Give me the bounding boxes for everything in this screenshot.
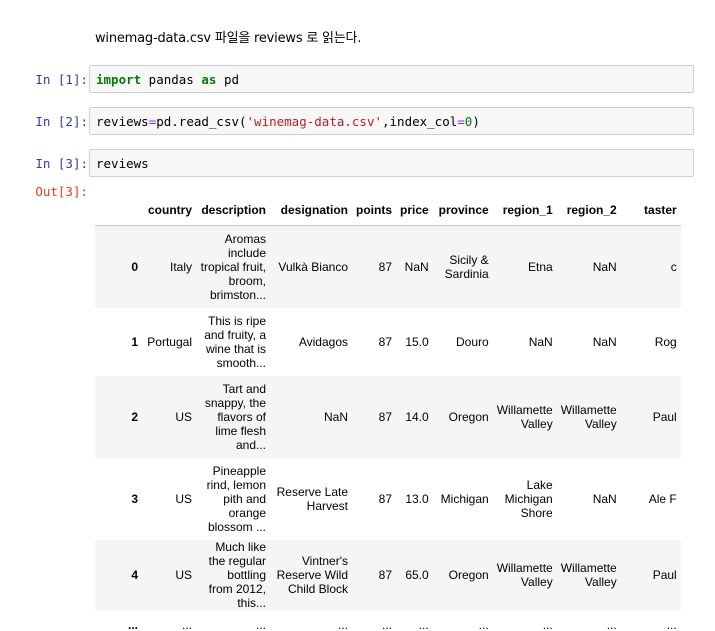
table-cell: 87 — [378, 260, 392, 274]
table-cell: Willamette Valley — [496, 403, 553, 431]
table-cell: Vintner's Reserve Wild Child Block — [276, 554, 348, 596]
code-token: pandas — [141, 72, 202, 87]
table-cell: Willamette Valley — [560, 561, 617, 589]
out-3-prompt: Out[3]: — [35, 184, 88, 199]
code-token: reviews — [96, 114, 149, 129]
table-cell: Avidagos — [298, 335, 348, 349]
code-token: pd — [216, 72, 240, 87]
column-header: description — [201, 203, 266, 217]
table-row: 1 Portugal This is ripe and fruity, a wine… — [95, 308, 681, 376]
column-header: designation — [280, 203, 348, 217]
cell-3-input[interactable]: reviews — [89, 149, 694, 177]
table-cell: Lake Michigan Shore — [504, 478, 553, 520]
column-header: province — [438, 203, 489, 217]
table-row: .............................. — [95, 610, 681, 631]
table-cell: Portugal — [147, 335, 192, 349]
column-header: points — [356, 203, 392, 217]
table-cell: Michigan — [440, 492, 489, 506]
code-token: pd.read_csv( — [156, 114, 247, 129]
code-token: import — [96, 72, 142, 87]
table-row: 4 US Much like the regular bottling from 2… — [95, 540, 681, 610]
table-cell: 14.0 — [405, 410, 429, 424]
column-header: country — [147, 203, 192, 217]
table-cell: Paul — [652, 568, 677, 582]
code-token: as — [201, 72, 217, 87]
cell-1-prompt: In [1]: — [35, 72, 88, 87]
table-cell: Italy — [169, 260, 192, 274]
table-cell: Etna — [528, 260, 553, 274]
table-cell: Reserve Late Harvest — [276, 485, 348, 513]
table-cell: NaN — [323, 410, 348, 424]
table-cell: Oregon — [448, 410, 489, 424]
table-cell: 13.0 — [405, 492, 429, 506]
code-token: ) — [472, 114, 480, 129]
row-index: ... — [127, 618, 138, 631]
table-cell: NaN — [528, 335, 553, 349]
table-cell: Aromas include tropical fruit, broom, br… — [200, 232, 266, 302]
row-index: 1 — [131, 335, 138, 349]
table-cell: Paul — [652, 410, 677, 424]
table-cell: ... — [418, 618, 429, 631]
output-area: country description designation points price… — [95, 195, 695, 631]
column-header: price — [400, 203, 429, 217]
table-cell: Sicily & Sardinia — [444, 253, 489, 281]
table-cell: NaN — [404, 260, 429, 274]
table-cell: Vulkà Bianco — [278, 260, 348, 274]
table-cell: Pineapple rind, lemon pith and orange bl… — [206, 464, 266, 534]
table-row: 3 US Pineapple rind, lemon pith and orange… — [95, 458, 681, 540]
cell-2-prompt: In [2]: — [35, 114, 88, 129]
row-index: 4 — [131, 568, 138, 582]
code-token: = — [457, 114, 465, 129]
table-cell: 87 — [378, 410, 392, 424]
table-cell: Rog — [654, 335, 677, 349]
row-index: 0 — [131, 260, 138, 274]
table-cell: ... — [606, 618, 617, 631]
table-cell: ... — [542, 618, 553, 631]
column-header: region_1 — [502, 203, 553, 217]
table-cell: NaN — [592, 492, 617, 506]
code-token: ,index_col — [382, 114, 458, 129]
table-cell: Much like the regular bottling from 2012… — [208, 540, 266, 610]
code-token: reviews — [96, 156, 149, 171]
column-header: taster — [644, 203, 677, 217]
table-cell: Douro — [456, 335, 489, 349]
table-cell: This is ripe and fruity, a wine that is … — [204, 314, 266, 370]
table-cell: Oregon — [448, 568, 489, 582]
row-index: 2 — [131, 410, 138, 424]
table-cell: ... — [478, 618, 489, 631]
table-cell: US — [175, 492, 192, 506]
table-cell: US — [175, 410, 192, 424]
dataframe-table: country description designation points price… — [95, 195, 681, 631]
table-cell: Ale F — [648, 492, 677, 506]
table-row: 0 Italy Aromas include tropical fruit, bro… — [95, 225, 681, 308]
table-cell: ... — [666, 618, 677, 631]
cell-2-input[interactable]: reviews = pd.read_csv('winemag-data.csv',i… — [89, 107, 694, 135]
cell-1-input[interactable]: import pandas as pd — [89, 65, 694, 93]
table-cell: US — [175, 568, 192, 582]
table-row: 2 US Tart and snappy, the flavors of lime … — [95, 376, 681, 458]
table-cell: Willamette Valley — [496, 561, 553, 589]
table-cell: ... — [255, 618, 266, 631]
column-header — [95, 195, 142, 226]
cell-3-prompt: In [3]: — [35, 156, 88, 171]
table-cell: ... — [181, 618, 192, 631]
table-cell: 87 — [378, 335, 392, 349]
table-cell: 87 — [378, 492, 392, 506]
table-cell: NaN — [592, 260, 617, 274]
table-cell: ... — [381, 618, 392, 631]
table-cell: NaN — [592, 335, 617, 349]
table-header-row: country description designation points price… — [95, 195, 681, 226]
table-cell: ... — [337, 618, 348, 631]
table-cell: 87 — [378, 568, 392, 582]
table-cell: 65.0 — [405, 568, 429, 582]
row-index: 3 — [131, 492, 138, 506]
markdown-cell-text: winemag-data.csv 파일을 reviews 로 읽는다. — [95, 31, 362, 46]
code-token: 'winemag-data.csv' — [246, 114, 382, 129]
table-cell: Tart and snappy, the flavors of lime fle… — [204, 382, 266, 452]
table-cell: Willamette Valley — [560, 403, 617, 431]
column-header: region_2 — [566, 203, 617, 217]
table-cell: c — [670, 260, 677, 274]
table-cell: 15.0 — [405, 335, 429, 349]
